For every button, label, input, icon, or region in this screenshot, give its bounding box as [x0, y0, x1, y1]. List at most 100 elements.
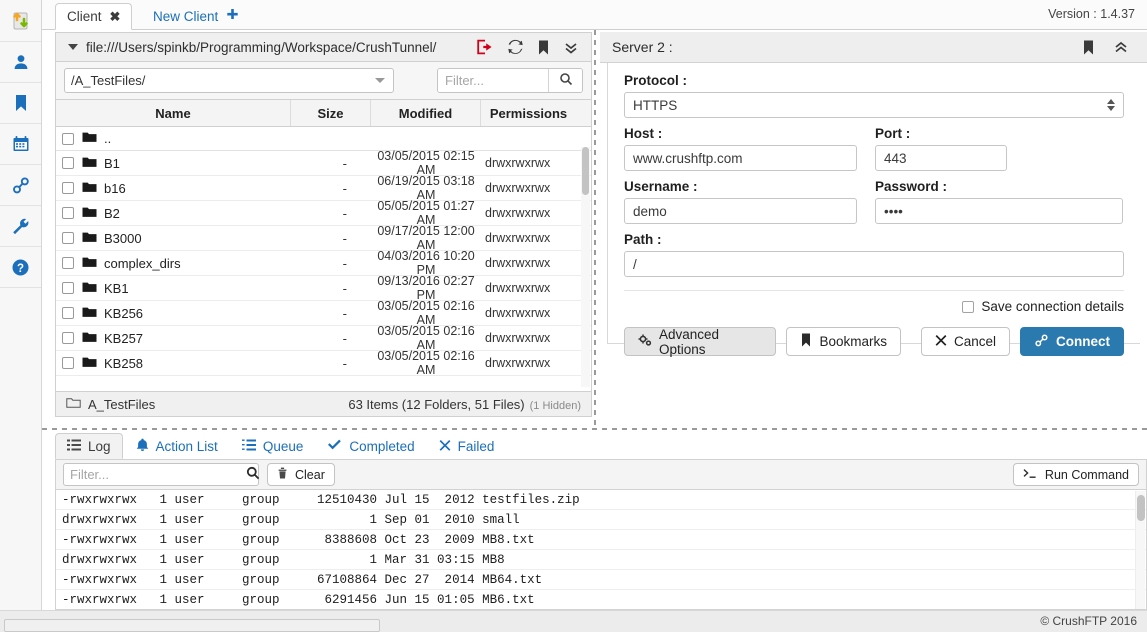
log-filter-input[interactable]: [70, 467, 246, 482]
row-checkbox[interactable]: [56, 232, 80, 244]
plus-icon[interactable]: [226, 8, 239, 25]
tab-completed-label: Completed: [349, 438, 415, 454]
sidebar-item-help[interactable]: ?: [0, 247, 41, 288]
row-size: -: [342, 280, 347, 296]
log-line: drwxrwxrwx 1 user group 1 Sep 01 2010 sm…: [56, 510, 1146, 530]
save-connection-row[interactable]: Save connection details: [624, 299, 1124, 314]
row-checkbox[interactable]: [56, 132, 80, 145]
cancel-button[interactable]: Cancel: [920, 327, 1010, 356]
row-name: KB256: [80, 306, 291, 321]
table-row[interactable]: complex_dirs - 04/03/2016 10:20 PM drwxr…: [56, 249, 591, 277]
table-row[interactable]: B3000 - 09/17/2015 12:00 AM drwxrwxrwx: [56, 224, 591, 252]
connection-form: Protocol : HTTPS Host : www.crushftp.com…: [607, 63, 1140, 357]
sidebar-item-transfers[interactable]: [0, 0, 41, 42]
disconnect-icon[interactable]: [476, 39, 494, 55]
wrench-icon: [11, 217, 30, 236]
sidebar-item-links[interactable]: [0, 165, 41, 206]
port-input[interactable]: 443: [875, 145, 1007, 171]
save-connection-checkbox[interactable]: [962, 300, 975, 313]
sidebar-item-user[interactable]: [0, 42, 41, 83]
chevron-down-icon[interactable]: [563, 40, 579, 55]
row-checkbox[interactable]: [56, 332, 80, 344]
folder-icon: [82, 356, 97, 371]
current-path[interactable]: file:///Users/spinkb/Programming/Workspa…: [86, 40, 468, 55]
sidebar-rail: ?: [0, 0, 42, 632]
tab-client[interactable]: Client ✖: [55, 3, 133, 30]
tab-log-label: Log: [88, 438, 111, 454]
directory-select[interactable]: /A_TestFiles/: [64, 68, 394, 93]
sidebar-item-scheduler[interactable]: [0, 124, 41, 165]
log-line: -rwxrwxrwx 1 user group 6291456 Jun 15 0…: [56, 590, 1146, 609]
client-tabbar: Client ✖ New Client Version : 1.4.37: [42, 0, 1147, 30]
username-input[interactable]: demo: [624, 198, 857, 224]
table-row[interactable]: ..: [56, 127, 591, 151]
row-checkbox[interactable]: [56, 207, 80, 219]
row-name-text: KB257: [104, 330, 144, 346]
link-icon: [11, 176, 31, 194]
row-checkbox[interactable]: [56, 257, 80, 269]
column-header-modified[interactable]: Modified: [371, 100, 481, 126]
gear-icon: [638, 334, 652, 350]
close-icon[interactable]: ✖: [110, 9, 121, 25]
row-checkbox[interactable]: [56, 157, 80, 169]
column-header-size[interactable]: Size: [291, 100, 371, 126]
path-toolbar: [476, 39, 585, 55]
refresh-icon[interactable]: [507, 39, 524, 55]
search-icon[interactable]: [246, 466, 260, 483]
collapse-up-icon[interactable]: [1113, 40, 1129, 55]
table-row[interactable]: KB258 - 03/05/2015 02:16 AM drwxrwxrwx: [56, 349, 591, 377]
vertical-splitter[interactable]: [592, 30, 598, 425]
scrollbar-thumb[interactable]: [582, 147, 589, 195]
browser-status-bar: A_TestFiles 63 Items (12 Folders, 51 Fil…: [55, 392, 592, 417]
column-header-name[interactable]: Name: [56, 100, 291, 126]
path-history-icon[interactable]: [68, 44, 78, 50]
path-input[interactable]: /: [624, 251, 1124, 277]
tab-queue[interactable]: Queue: [231, 433, 315, 459]
filter-input[interactable]: [438, 69, 548, 92]
row-permissions: drwxrwxrwx: [485, 306, 551, 320]
row-modified: 03/05/2015 02:16 AM: [377, 299, 475, 327]
tab-action-list[interactable]: Action List: [125, 433, 229, 459]
tab-new-client[interactable]: New Client: [142, 3, 250, 30]
row-permissions: drwxrwxrwx: [485, 181, 551, 195]
table-row[interactable]: KB256 - 03/05/2015 02:16 AM drwxrwxrwx: [56, 299, 591, 327]
table-row[interactable]: B2 - 05/05/2015 01:27 AM drwxrwxrwx: [56, 199, 591, 227]
tab-completed[interactable]: Completed: [316, 433, 425, 459]
horizontal-splitter[interactable]: [42, 425, 1147, 432]
tab-log[interactable]: Log: [55, 433, 123, 459]
bookmark-icon[interactable]: [1082, 40, 1095, 55]
table-row[interactable]: B1 - 03/05/2015 02:15 AM drwxrwxrwx: [56, 149, 591, 177]
sidebar-item-tools[interactable]: [0, 206, 41, 247]
advanced-options-label: Advanced Options: [659, 326, 720, 357]
row-checkbox[interactable]: [56, 282, 80, 294]
password-input[interactable]: ••••: [875, 198, 1123, 224]
log-scrollbar[interactable]: [1135, 491, 1145, 609]
status-hidden: (1 Hidden): [529, 399, 581, 412]
file-list-scrollbar[interactable]: [581, 147, 590, 387]
connect-button[interactable]: Connect: [1020, 327, 1124, 356]
row-checkbox[interactable]: [56, 182, 80, 194]
table-row[interactable]: KB1 - 09/13/2016 02:27 PM drwxrwxrwx: [56, 274, 591, 302]
protocol-select[interactable]: HTTPS: [624, 92, 1124, 118]
sidebar-item-bookmarks[interactable]: [0, 83, 41, 124]
run-command-button[interactable]: Run Command: [1012, 463, 1139, 486]
bookmarks-button[interactable]: Bookmarks: [786, 327, 901, 356]
search-button[interactable]: [548, 69, 582, 92]
advanced-options-button[interactable]: Advanced Options: [624, 326, 777, 357]
table-row[interactable]: KB257 - 03/05/2015 02:16 AM drwxrwxrwx: [56, 324, 591, 352]
log-output[interactable]: -rwxrwxrwx 1 user group 12510430 Jul 15 …: [55, 490, 1147, 610]
row-checkbox[interactable]: [56, 307, 80, 319]
row-name: KB257: [80, 331, 291, 346]
clear-log-button[interactable]: Clear: [267, 463, 335, 486]
row-checkbox[interactable]: [56, 357, 80, 369]
row-size: -: [342, 180, 347, 196]
scrollbar-thumb[interactable]: [1137, 495, 1145, 521]
tab-failed[interactable]: Failed: [428, 433, 506, 459]
row-size: -: [342, 305, 347, 321]
host-input[interactable]: www.crushftp.com: [624, 145, 857, 171]
table-row[interactable]: b16 - 06/19/2015 03:18 AM drwxrwxrwx: [56, 174, 591, 202]
column-header-permissions[interactable]: Permissions: [481, 100, 576, 126]
folder-icon: [82, 131, 97, 146]
version-label: Version : 1.4.37: [1048, 7, 1135, 21]
bookmark-icon[interactable]: [537, 40, 550, 55]
